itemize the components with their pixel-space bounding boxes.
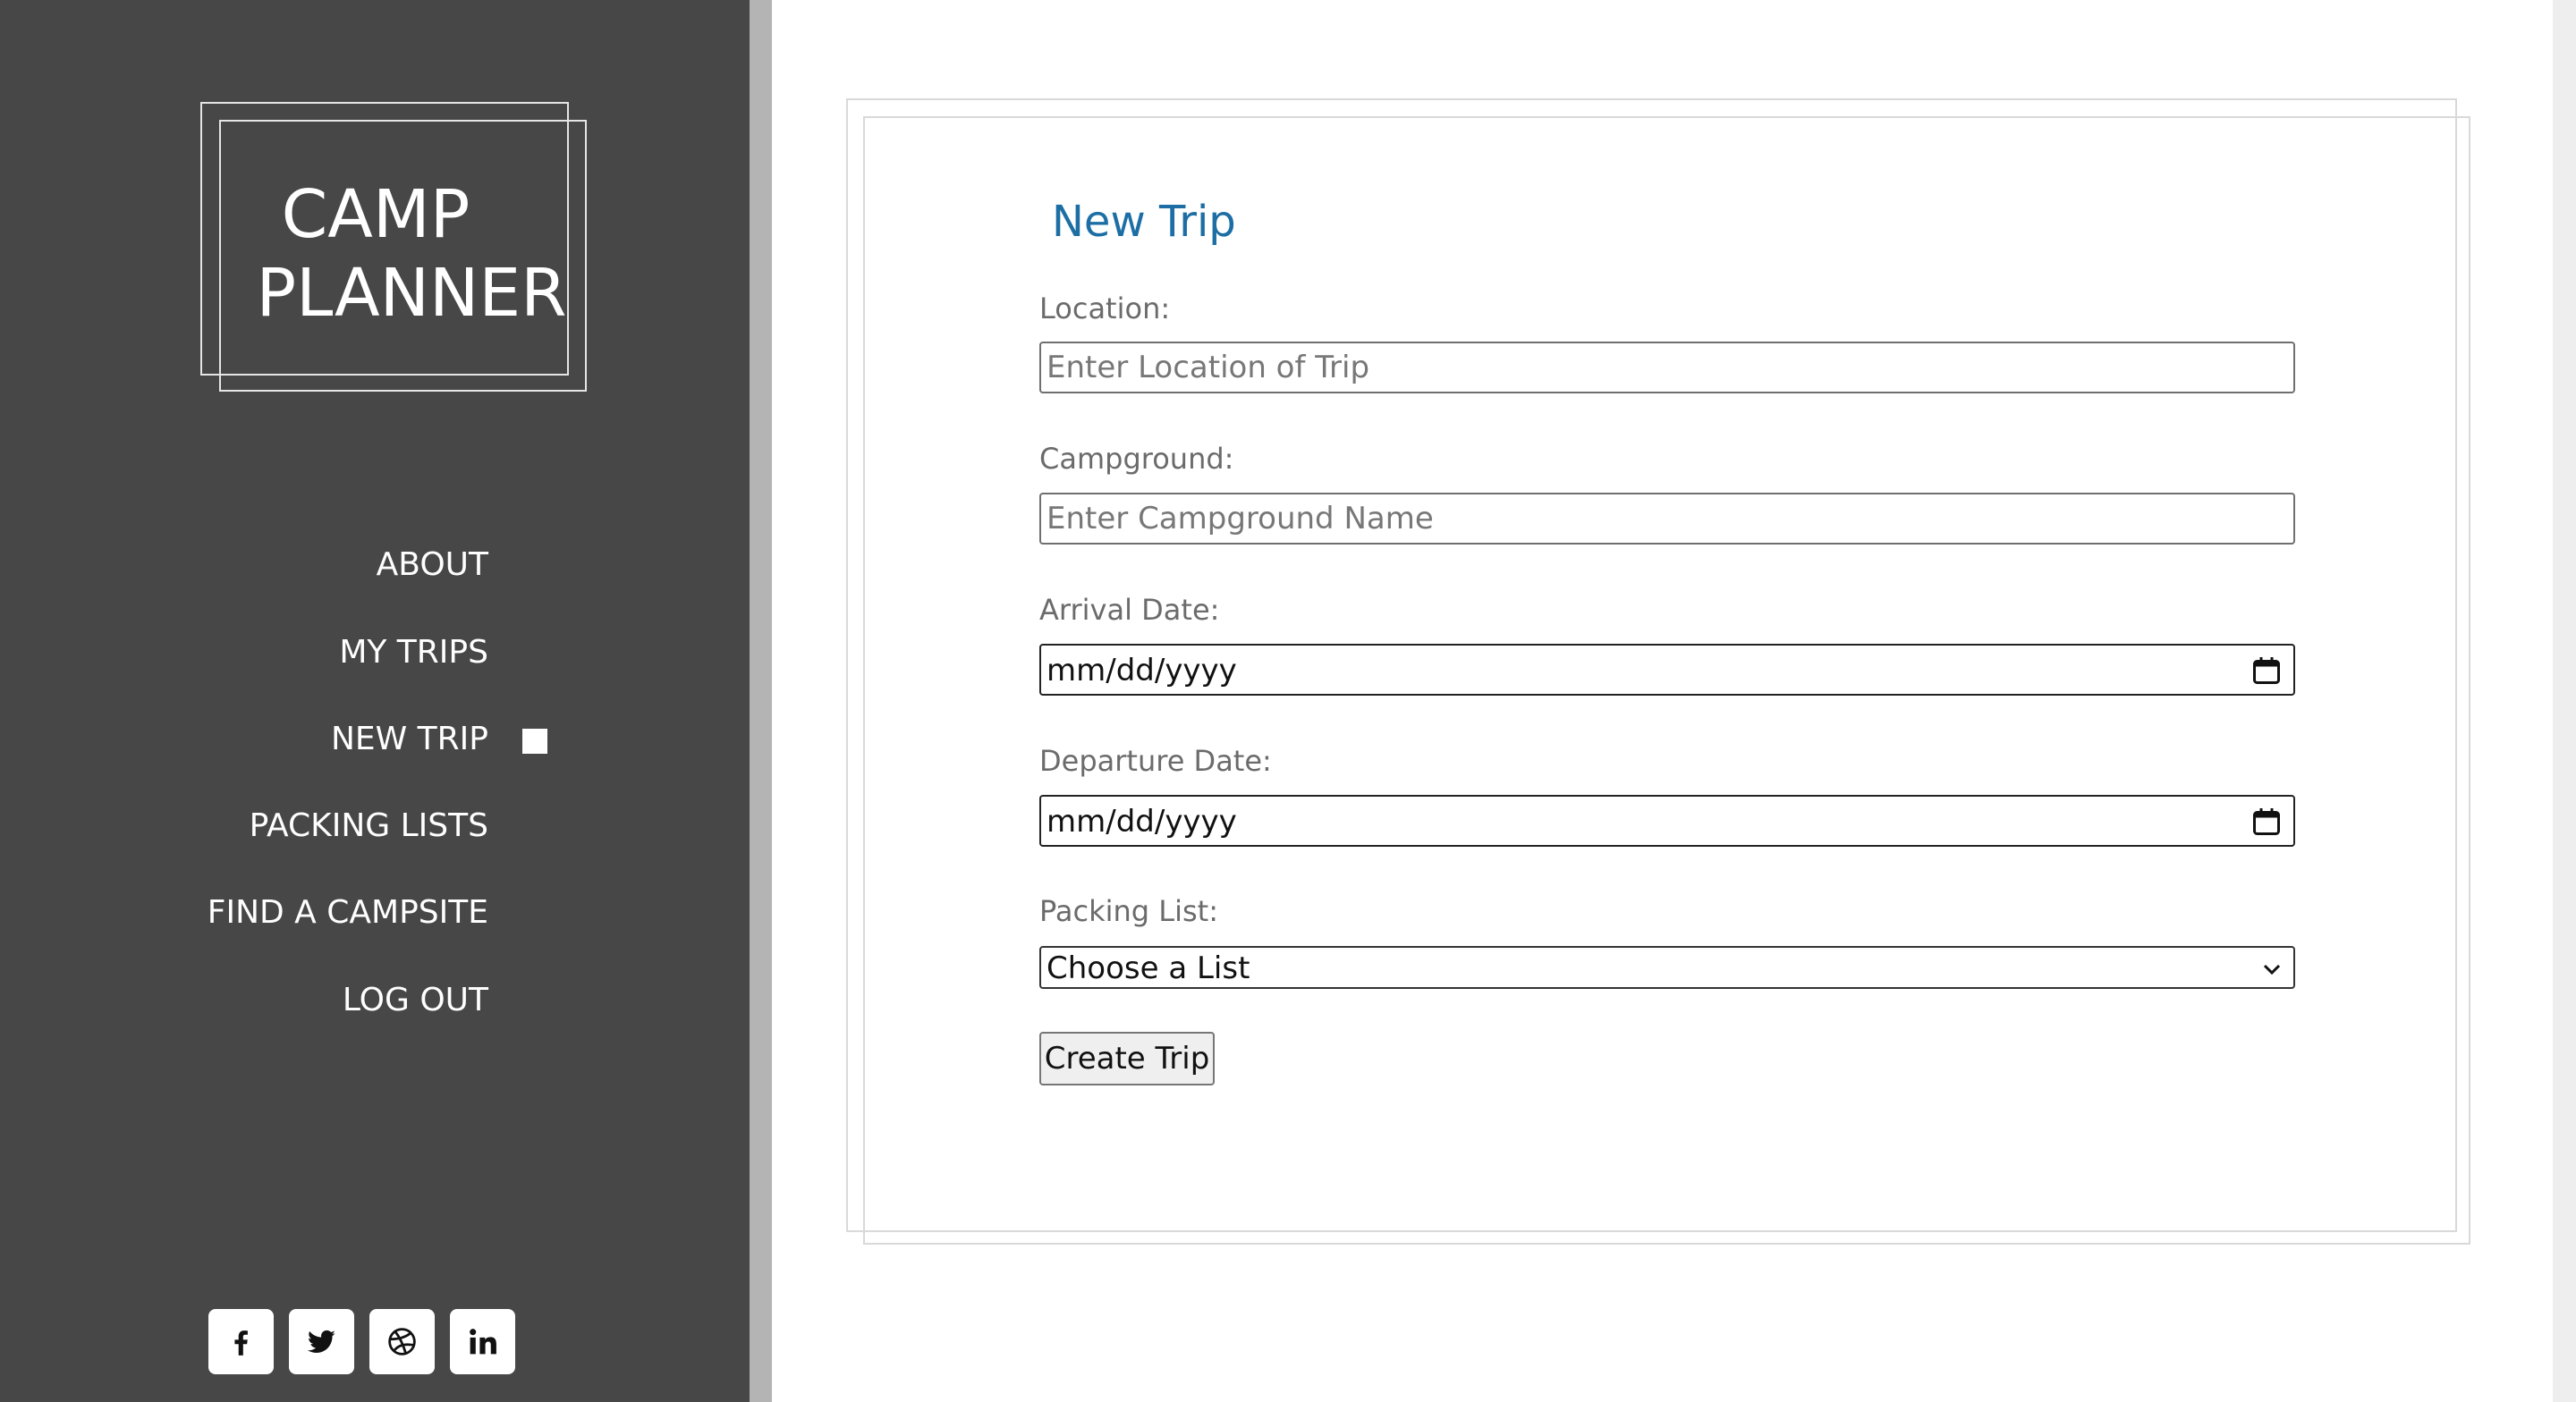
twitter-icon: [307, 1330, 335, 1353]
logo-line-planner: PLANNER: [256, 255, 567, 332]
app-logo[interactable]: CAMP PLANNER: [200, 102, 587, 392]
campground-label: Campground:: [1039, 442, 1234, 476]
logo-line-camp: CAMP: [281, 176, 470, 253]
departure-date-label: Departure Date:: [1039, 744, 1272, 778]
departure-date-input[interactable]: mm/dd/yyyy: [1039, 795, 2295, 847]
arrival-date-input[interactable]: mm/dd/yyyy: [1039, 644, 2295, 696]
linkedin-icon: [470, 1329, 496, 1355]
nav-item-my-trips[interactable]: MY TRIPS: [131, 633, 488, 672]
location-label: Location:: [1039, 291, 1171, 325]
packing-list-selected: Choose a List: [1046, 950, 1250, 986]
facebook-button[interactable]: [208, 1309, 274, 1374]
arrival-date-value: mm/dd/yyyy: [1046, 653, 1237, 688]
sidebar-edge: [750, 0, 772, 1402]
nav-item-find-a-campsite[interactable]: FIND A CAMPSITE: [131, 893, 488, 933]
logo-text: CAMP PLANNER: [200, 175, 587, 333]
sidebar: CAMP PLANNER ABOUT MY TRIPS NEW TRIP PAC…: [0, 0, 750, 1402]
packing-list-label: Packing List:: [1039, 894, 1218, 928]
location-input[interactable]: [1039, 342, 2295, 393]
calendar-icon[interactable]: [2250, 655, 2283, 687]
nav-item-new-trip[interactable]: NEW TRIP: [131, 720, 488, 759]
active-nav-indicator: [522, 729, 547, 754]
arrival-date-label: Arrival Date:: [1039, 593, 1220, 627]
departure-date-value: mm/dd/yyyy: [1046, 804, 1237, 840]
calendar-icon[interactable]: [2250, 806, 2283, 838]
chevron-down-icon: [2263, 964, 2281, 975]
linkedin-button[interactable]: [450, 1309, 515, 1374]
nav-item-about[interactable]: ABOUT: [131, 545, 488, 585]
twitter-button[interactable]: [289, 1309, 354, 1374]
nav-item-packing-lists[interactable]: PACKING LISTS: [131, 807, 488, 846]
packing-list-select[interactable]: Choose a List: [1039, 946, 2295, 989]
nav-item-log-out[interactable]: LOG OUT: [131, 981, 488, 1020]
page-scrollbar-gutter: [2553, 0, 2576, 1402]
create-trip-button[interactable]: Create Trip: [1039, 1032, 1215, 1085]
dribbble-icon: [388, 1328, 416, 1356]
campground-input[interactable]: [1039, 493, 2295, 545]
dribbble-button[interactable]: [369, 1309, 435, 1374]
form-title: New Trip: [1052, 197, 1236, 247]
facebook-icon: [234, 1330, 248, 1356]
